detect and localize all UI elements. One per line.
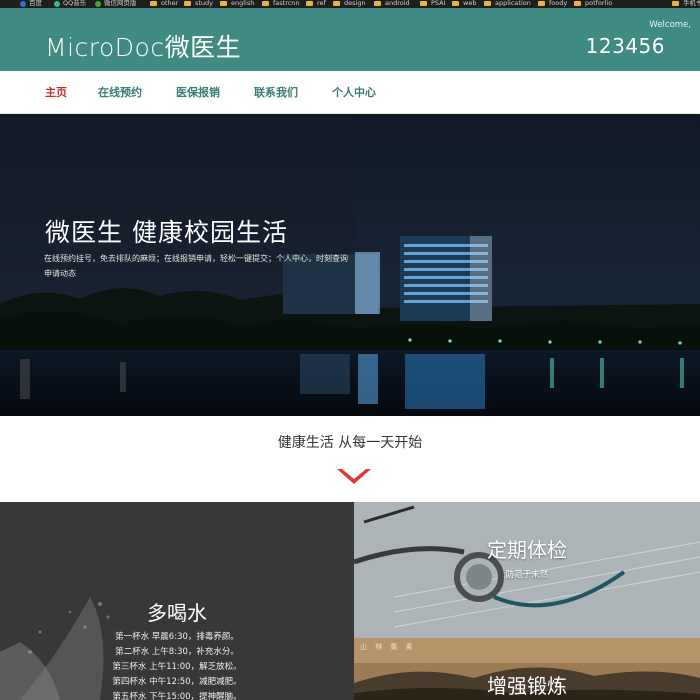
bookmark-label: foody xyxy=(549,0,568,7)
tile-drink-water[interactable]: 多喝水 第一杯水 早晨6:30，排毒养颜。 第二杯水 上午8:30，补充水分。 … xyxy=(0,502,354,700)
bookmark-qq-music[interactable]: QQ音乐 xyxy=(54,0,86,8)
bookmark-label: 百度 xyxy=(29,0,42,7)
folder-icon xyxy=(538,1,545,6)
hero-banner: 微医生 健康校园生活 在线预约挂号，免去排队的麻烦；在线报销申请，轻松一键提交；… xyxy=(0,114,700,416)
bookmark-folder-android[interactable]: android xyxy=(374,0,410,8)
folder-icon xyxy=(484,1,491,6)
nav-item-appointment[interactable]: 在线预约 xyxy=(98,84,142,100)
water-schedule-item: 第三杯水 上午11:00，解乏放松。 xyxy=(112,662,242,672)
bookmark-folder-design[interactable]: design xyxy=(333,0,366,8)
folder-icon xyxy=(262,1,269,6)
tagline-text: 健康生活 从每一天开始 xyxy=(277,435,423,451)
baidu-icon xyxy=(20,0,26,7)
bookmark-label: 微信网页版 xyxy=(104,0,137,7)
bookmark-label: android xyxy=(385,0,410,7)
site-logo[interactable]: MicroDoc微医生 xyxy=(45,28,241,64)
bookmark-label: QQ音乐 xyxy=(63,0,87,7)
bookmark-folder-psai[interactable]: PSAI xyxy=(420,0,446,8)
bookmark-folder-study[interactable]: study xyxy=(184,0,213,8)
bookmark-label: PSAI xyxy=(431,0,446,7)
bookmark-baidu[interactable]: 百度 xyxy=(20,0,42,8)
bookmark-label: study xyxy=(195,0,214,7)
bookmark-folder-other[interactable]: other xyxy=(150,0,178,8)
bookmark-label: application xyxy=(495,0,531,7)
exercise-tile-title: 增强锻炼 xyxy=(487,674,567,698)
bookmark-folder-application[interactable]: application xyxy=(484,0,531,8)
bookmark-folder-ref[interactable]: ref xyxy=(306,0,326,8)
hero-description: 在线预约挂号，免去排队的麻烦；在线报销申请，轻松一键提交；个人中心，时刻查询申请… xyxy=(44,254,348,278)
hero-title: 微医生 健康校园生活 xyxy=(45,218,288,247)
folder-icon xyxy=(150,1,157,6)
bookmark-label: potforlio xyxy=(585,0,613,7)
folder-icon xyxy=(672,1,679,6)
water-schedule-item: 第二杯水 上午8:30，补充水分。 xyxy=(115,647,239,657)
folder-icon xyxy=(184,1,191,6)
bookmark-label: english xyxy=(231,0,255,7)
nav-item-reimbursement[interactable]: 医保报销 xyxy=(176,84,220,100)
checkup-tile-title: 定期体检 xyxy=(487,538,567,562)
bookmark-label: design xyxy=(344,0,366,7)
nav-item-personal-center[interactable]: 个人中心 xyxy=(332,84,376,100)
bookmark-folder-potforlio[interactable]: potforlio xyxy=(574,0,612,8)
site-header: MicroDoc微医生 Welcome, 123456 xyxy=(0,8,700,71)
folder-icon xyxy=(220,1,227,6)
bookmark-folder-fastrcnn[interactable]: fastrcnn xyxy=(262,0,300,8)
water-schedule-item: 第一杯水 早晨6:30，排毒养颜。 xyxy=(115,632,239,642)
bookmark-folder-mobile[interactable]: 手机书签 xyxy=(672,0,700,8)
chevron-down-icon[interactable] xyxy=(336,468,372,486)
bookmark-label: 手机书签 xyxy=(683,0,700,7)
tagline-section: 健康生活 从每一天开始 xyxy=(0,416,700,502)
bookmark-label: fastrcnn xyxy=(273,0,300,7)
bookmark-folder-foody[interactable]: foody xyxy=(538,0,567,8)
nav-item-contact[interactable]: 联系我们 xyxy=(254,84,298,100)
bookmark-folder-web[interactable]: web xyxy=(452,0,476,8)
main-nav: 主页 在线预约 医保报销 联系我们 个人中心 xyxy=(0,71,700,114)
folder-icon xyxy=(333,1,340,6)
tile-regular-checkup[interactable]: 定期体检 防范于未然 xyxy=(354,502,700,638)
bookmark-folder-english[interactable]: english xyxy=(220,0,254,8)
welcome-label: Welcome, xyxy=(649,20,691,30)
bookmark-wechat[interactable]: 微信网页版 xyxy=(95,0,137,8)
folder-icon xyxy=(306,1,313,6)
water-tile-title: 多喝水 xyxy=(147,601,207,625)
folder-icon xyxy=(574,1,581,6)
folder-icon xyxy=(374,1,381,6)
bookmark-label: web xyxy=(463,0,477,7)
bookmarks-bar: 百度 QQ音乐 微信网页版 other study english fastrc… xyxy=(0,0,700,8)
folder-icon xyxy=(452,1,459,6)
username[interactable]: 123456 xyxy=(586,34,665,58)
folder-icon xyxy=(420,1,427,6)
water-schedule-list: 第一杯水 早晨6:30，排毒养颜。 第二杯水 上午8:30，补充水分。 第三杯水… xyxy=(0,630,354,700)
bookmark-label: ref xyxy=(317,0,326,7)
exercise-stamp-text: 山 林 集 素 xyxy=(360,643,416,651)
nav-item-home[interactable]: 主页 xyxy=(45,84,67,100)
tile-exercise[interactable]: 山 林 集 素 增强锻炼 xyxy=(354,638,700,700)
water-schedule-item: 第五杯水 下午15:00，提神醒脑。 xyxy=(112,692,242,700)
checkup-tile-subtitle: 防范于未然 xyxy=(505,570,549,580)
water-schedule-item: 第四杯水 中午12:50，减肥减肥。 xyxy=(112,677,242,687)
qq-music-icon xyxy=(54,0,60,7)
wechat-icon xyxy=(95,0,101,7)
bookmark-label: other xyxy=(161,0,179,7)
